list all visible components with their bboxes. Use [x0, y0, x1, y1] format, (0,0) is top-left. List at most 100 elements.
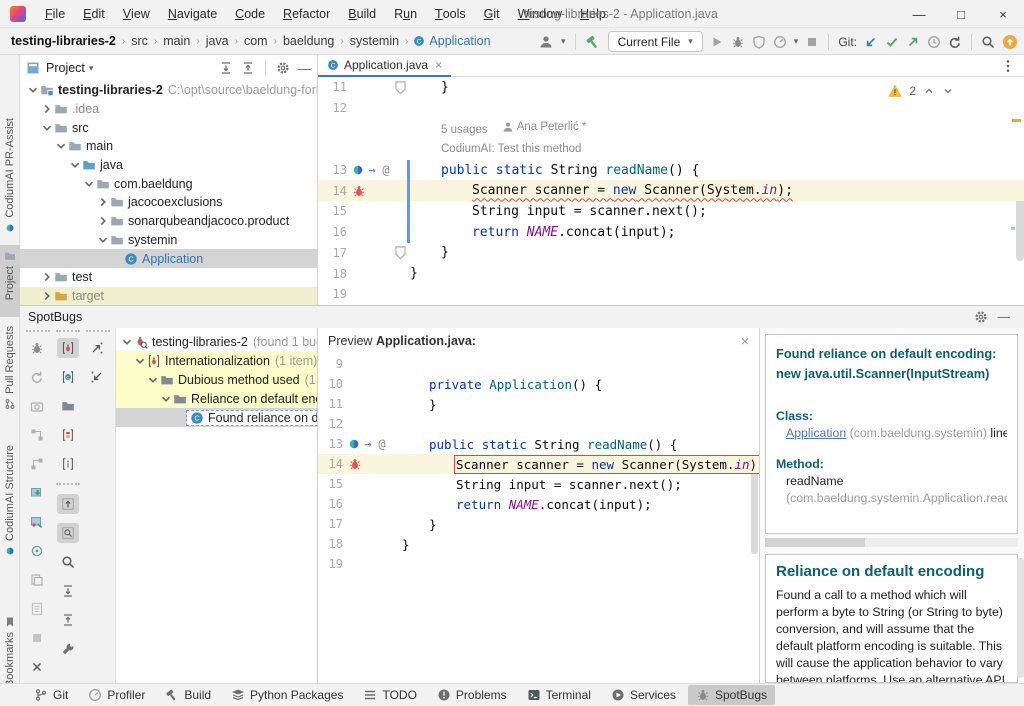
list-bracket-button[interactable] — [57, 425, 79, 445]
code-line-9[interactable]: 9 — [318, 354, 759, 374]
camera-button[interactable] — [26, 396, 48, 416]
expand-all-button[interactable] — [219, 61, 233, 75]
project-tree-row-systemin[interactable]: systemin — [20, 231, 317, 250]
hide-panel-button[interactable]: — — [998, 310, 1011, 324]
build-project-button[interactable] — [585, 34, 601, 50]
line-number[interactable]: 12 — [318, 417, 348, 431]
gutter[interactable]: 19 — [318, 557, 399, 571]
gutter[interactable]: 13→@ — [318, 437, 399, 451]
project-tree-row-application[interactable]: CApplication — [20, 249, 317, 268]
close-button[interactable]: × — [982, 0, 1024, 28]
close-x-button[interactable] — [26, 657, 48, 677]
gutter[interactable]: 13→@ — [318, 163, 407, 177]
maximize-button[interactable]: □ — [940, 0, 982, 28]
chevron-down-icon[interactable]: ▾ — [89, 63, 94, 74]
project-tree-row-sonarqubeandjacoco-product[interactable]: sonarqubeandjacoco.product — [20, 212, 317, 231]
chevron-down-icon[interactable] — [26, 84, 40, 96]
code-line-15[interactable]: 15String input = scanner.next(); — [318, 201, 1024, 222]
menu-navigate[interactable]: Navigate — [159, 0, 226, 28]
gutter[interactable]: 19 — [318, 287, 407, 301]
line-number[interactable]: 11 — [318, 397, 348, 411]
close-preview-icon[interactable]: × — [741, 333, 749, 349]
gutter[interactable]: 14 — [318, 457, 399, 471]
breadcrumb-file[interactable]: Application — [429, 34, 490, 48]
profiler-button[interactable] — [773, 35, 787, 49]
horizontal-scrollbar[interactable] — [765, 538, 1018, 547]
code-line-13[interactable]: 13→@public static String readName() { — [318, 434, 759, 454]
breadcrumb-item[interactable]: systemin — [349, 34, 400, 48]
tool-window-button-build[interactable]: Build — [157, 685, 219, 705]
line-number[interactable]: 14 — [318, 184, 352, 198]
line-number[interactable]: 16 — [318, 497, 348, 511]
code-line-16[interactable]: 16return NAME.concat(input); — [318, 494, 759, 514]
project-tree-row-idea[interactable]: .idea — [20, 100, 317, 119]
chevron-down-icon[interactable] — [40, 122, 54, 134]
code-line-17[interactable]: 17} — [318, 243, 1024, 264]
info-bracket-button[interactable] — [57, 454, 79, 474]
rollback-button[interactable] — [948, 35, 962, 49]
class-link[interactable]: Application — [786, 426, 846, 440]
project-tree-row-src[interactable]: src — [20, 118, 317, 137]
import-button[interactable] — [86, 367, 108, 387]
code-line-17[interactable]: 17} — [318, 514, 759, 534]
code-line-19[interactable]: 19 — [318, 554, 759, 574]
line-number[interactable]: 12 — [318, 101, 352, 115]
spotbugs-tree-row-internationalization[interactable]: Internationalization(1 item) — [116, 351, 317, 370]
code-line-19[interactable]: 19 — [318, 284, 1024, 305]
breadcrumb-item[interactable]: java — [205, 34, 230, 48]
chevron-down-icon[interactable] — [159, 393, 173, 405]
chevron-down-icon[interactable] — [146, 374, 160, 386]
collapse-all-button[interactable] — [241, 61, 255, 75]
tool-window-button-problems[interactable]: Problems — [429, 685, 515, 705]
tool-tab-bookmarks[interactable]: Bookmarks — [0, 611, 20, 679]
gutter[interactable]: 16 — [318, 225, 407, 239]
copy-button[interactable] — [26, 570, 48, 590]
collapse-all-button[interactable] — [57, 610, 79, 630]
code-line-18[interactable]: 18} — [318, 534, 759, 554]
gutter[interactable]: 18 — [318, 537, 399, 551]
gutter[interactable]: 16 — [318, 497, 399, 511]
breadcrumb-item[interactable]: main — [162, 34, 191, 48]
class-bracket-button[interactable]: C — [57, 367, 79, 387]
bug-gray-button[interactable] — [26, 338, 48, 358]
bug-bracket-button[interactable] — [57, 338, 79, 358]
gear-icon[interactable] — [276, 61, 290, 75]
code-line-15[interactable]: 15String input = scanner.next(); — [318, 474, 759, 494]
line-number[interactable]: 19 — [318, 287, 352, 301]
gutter[interactable]: 17 — [318, 245, 407, 261]
square-button[interactable] — [26, 628, 48, 648]
menu-git[interactable]: Git — [475, 0, 509, 28]
gutter[interactable]: 14 — [318, 184, 407, 198]
update-project-button[interactable] — [864, 35, 878, 49]
line-number[interactable]: 19 — [318, 557, 348, 571]
code-line-11[interactable]: 11} — [318, 77, 1024, 98]
gutter[interactable]: 17 — [318, 517, 399, 531]
coverage-button[interactable] — [752, 35, 766, 49]
code-line-14[interactable]: 14Scanner scanner = new Scanner(System.i… — [318, 180, 1024, 201]
chevron-down-icon[interactable] — [82, 178, 96, 190]
fold-marker[interactable] — [394, 245, 407, 261]
stop-button[interactable] — [805, 35, 819, 49]
code-line[interactable]: 5 usagesAna Peterlić * — [318, 118, 1024, 139]
debug-button[interactable] — [731, 35, 745, 49]
window-arrow-button[interactable] — [26, 483, 48, 503]
hide-panel-button[interactable]: — — [298, 61, 311, 76]
menu-build[interactable]: Build — [339, 0, 385, 28]
breadcrumb-item[interactable]: com — [243, 34, 269, 48]
project-tree-row-java[interactable]: java — [20, 156, 317, 175]
menu-refactor[interactable]: Refactor — [274, 0, 339, 28]
update-notification-icon[interactable] — [1002, 34, 1018, 50]
line-number[interactable]: 16 — [318, 225, 352, 239]
search-box-button[interactable] — [57, 523, 79, 543]
gutter[interactable]: 12 — [318, 417, 399, 431]
breadcrumb-item[interactable]: testing-libraries-2 — [10, 34, 117, 48]
code-line-14[interactable]: 14Scanner scanner = new Scanner(System.i… — [318, 454, 759, 474]
diagram-button[interactable] — [26, 425, 48, 445]
gutter[interactable]: 15 — [318, 204, 407, 218]
code-line-16[interactable]: 16return NAME.concat(input); — [318, 222, 1024, 243]
line-number[interactable]: 11 — [318, 80, 352, 94]
tool-tab-project[interactable]: Project — [0, 245, 20, 317]
line-number[interactable]: 17 — [318, 246, 352, 260]
chevron-down-icon[interactable] — [120, 336, 134, 348]
line-number[interactable]: 15 — [318, 477, 348, 491]
